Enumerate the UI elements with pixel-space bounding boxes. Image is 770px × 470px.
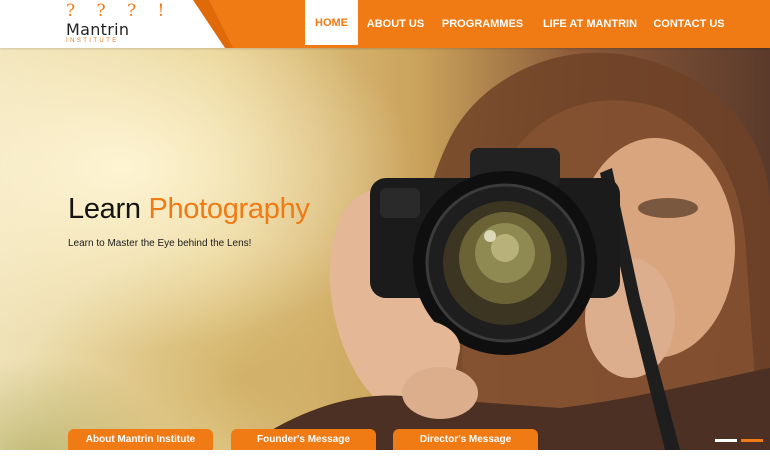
hero-title: Learn Photography bbox=[68, 193, 310, 226]
logo-marks: ? ? ? ! bbox=[66, 1, 173, 21]
hero-subtitle: Learn to Master the Eye behind the Lens! bbox=[68, 238, 252, 249]
hero-title-plain: Learn bbox=[68, 193, 141, 225]
nav-item-life-at-mantrin[interactable]: LIFE AT MANTRIN bbox=[532, 0, 648, 48]
nav-item-about-us[interactable]: ABOUT US bbox=[358, 0, 433, 48]
mantrin-logo[interactable]: ? ? ? ! Mantrin INSTITUTE bbox=[66, 1, 173, 46]
nav-item-programmes[interactable]: PROGRAMMES bbox=[433, 0, 532, 48]
site-header: ? ? ? ! Mantrin INSTITUTE HOME ABOUT US … bbox=[0, 0, 770, 48]
slider-dot-2[interactable] bbox=[741, 439, 763, 442]
slider-dot-1[interactable] bbox=[715, 439, 737, 442]
logo-name: Mantrin bbox=[66, 20, 130, 39]
hero-title-accent: Photography bbox=[148, 193, 310, 225]
tab-directors-message[interactable]: Director's Message bbox=[393, 429, 538, 450]
hero-banner bbox=[0, 48, 770, 450]
nav-item-home[interactable]: HOME bbox=[305, 0, 358, 48]
nav-item-contact-us[interactable]: CONTACT US bbox=[648, 0, 730, 48]
main-nav: HOME ABOUT US PROGRAMMES LIFE AT MANTRIN… bbox=[305, 0, 730, 48]
photographer-with-camera-image bbox=[240, 52, 770, 450]
logo-subtitle: INSTITUTE bbox=[66, 38, 119, 44]
footer-strip bbox=[0, 450, 770, 470]
tab-about-mantrin-institute[interactable]: About Mantrin Institute bbox=[68, 429, 213, 450]
tab-founders-message[interactable]: Founder's Message bbox=[231, 429, 376, 450]
